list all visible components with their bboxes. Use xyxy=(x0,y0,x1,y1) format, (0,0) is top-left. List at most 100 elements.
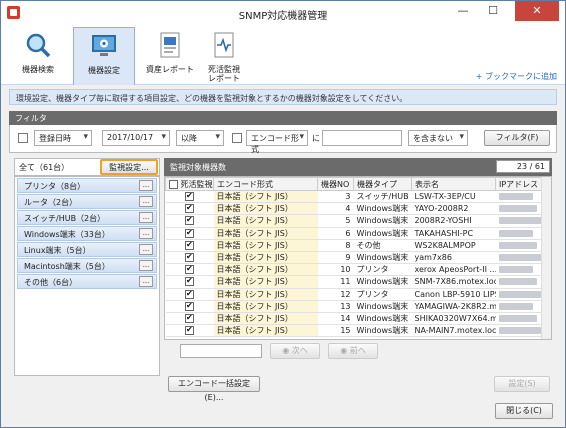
table-row[interactable]: 日本語（シフト JIS）4Windows端末YAYO-2008R2 xyxy=(165,202,544,216)
select-all-checkbox[interactable] xyxy=(169,179,178,189)
col-header[interactable]: IPアドレス xyxy=(495,177,544,191)
tab-asset-report[interactable]: 資産レポート xyxy=(139,27,201,85)
table-row[interactable]: 日本語（シフト JIS）8その他WS2K8ALMPOP xyxy=(165,239,544,252)
next-button[interactable]: ◉ 次へ xyxy=(270,343,320,359)
col-header[interactable]: 表示名 xyxy=(411,177,496,191)
encode-field-select[interactable]: エンコード形式 xyxy=(246,130,308,154)
monitor-cell[interactable] xyxy=(165,275,214,289)
monitor-checkbox[interactable] xyxy=(185,264,194,275)
filter-text-input[interactable] xyxy=(322,130,402,146)
contains-select[interactable]: を含まない xyxy=(408,130,468,146)
encode-cell[interactable]: 日本語（シフト JIS） xyxy=(213,324,318,338)
more-button[interactable]: ... xyxy=(139,228,153,239)
monitor-cell[interactable] xyxy=(165,202,214,216)
encode-cell[interactable]: 日本語（シフト JIS） xyxy=(213,288,318,301)
date-value-picker[interactable]: 2017/10/17 xyxy=(102,130,170,146)
monitor-checkbox[interactable] xyxy=(185,191,194,202)
table-row[interactable]: 日本語（シフト JIS）13Windows端末YAMAGIWA-2K8R2.m.… xyxy=(165,300,544,313)
tab-health-report[interactable]: 死活監視 レポート xyxy=(193,27,255,85)
table-row[interactable]: 日本語（シフト JIS）12プリンタCanon LBP-5910 LIPS4 xyxy=(165,288,544,301)
category-item[interactable]: ルータ（2台）... xyxy=(17,194,157,209)
monitor-checkbox[interactable] xyxy=(185,228,194,238)
table-row[interactable]: 日本語（シフト JIS）6Windows端末TAKAHASHI-PC xyxy=(165,227,544,240)
bookmark-link[interactable]: + ブックマークに追加 xyxy=(476,71,557,82)
ip-cell xyxy=(495,288,544,301)
display-name-cell: SHIKA0320W7X64.m... xyxy=(411,312,496,326)
monitor-checkbox[interactable] xyxy=(185,215,194,226)
encode-cell[interactable]: 日本語（シフト JIS） xyxy=(213,300,318,313)
more-button[interactable]: ... xyxy=(139,196,153,207)
display-name-cell: SNM-7X86.motex.local xyxy=(411,275,496,289)
encode-cell[interactable]: 日本語（シフト JIS） xyxy=(213,190,318,204)
more-button[interactable]: ... xyxy=(139,244,153,255)
category-item[interactable]: Linux端末（5台）... xyxy=(17,242,157,257)
table-row[interactable]: 日本語（シフト JIS）11Windows端末SNM-7X86.motex.lo… xyxy=(165,275,544,289)
encode-cell[interactable]: 日本語（シフト JIS） xyxy=(213,227,318,240)
filter-apply-button[interactable]: フィルタ(F) xyxy=(484,130,550,146)
vertical-scrollbar[interactable] xyxy=(541,177,551,339)
col-header[interactable]: エンコード形式 xyxy=(213,177,318,191)
more-button[interactable]: ... xyxy=(139,180,153,191)
encode-filter-checkbox[interactable] xyxy=(232,133,242,143)
encode-cell[interactable]: 日本語（シフト JIS） xyxy=(213,275,318,289)
monitor-cell[interactable] xyxy=(165,227,214,240)
date-field-select[interactable]: 登録日時 xyxy=(34,130,92,146)
category-item[interactable]: スイッチ/HUB（2台）... xyxy=(17,210,157,225)
category-item[interactable]: Windows端末（33台）... xyxy=(17,226,157,241)
page-input[interactable] xyxy=(180,344,262,358)
monitor-cell[interactable] xyxy=(165,300,214,313)
date-op-select[interactable]: 以降 xyxy=(176,130,224,146)
maximize-button[interactable]: ☐ xyxy=(479,1,507,21)
tab-label: 機器設定 xyxy=(88,66,120,75)
monitor-checkbox[interactable] xyxy=(185,252,194,263)
close-button[interactable]: 閉じる(C) xyxy=(495,403,553,419)
table-row[interactable]: 日本語（シフト JIS）9Windows端末yam7x86 xyxy=(165,251,544,265)
category-item[interactable]: Macintosh端末（5台）... xyxy=(17,258,157,273)
prev-button[interactable]: ◉ 前へ xyxy=(328,343,378,359)
monitor-cell[interactable] xyxy=(165,190,214,204)
tab-device-search[interactable]: 機器検索 xyxy=(7,27,69,85)
category-item[interactable]: プリンタ（8台）... xyxy=(17,178,157,193)
date-filter-checkbox[interactable] xyxy=(18,133,28,143)
monitor-cell[interactable] xyxy=(165,214,214,228)
table-row[interactable]: 日本語（シフト JIS）15Windows端末NA-MAIN7.motex.lo… xyxy=(165,324,544,338)
minimize-button[interactable]: — xyxy=(449,1,477,21)
more-button[interactable]: ... xyxy=(139,276,153,287)
category-item[interactable]: その他（6台）... xyxy=(17,274,157,289)
monitor-settings-button[interactable]: 監視設定... xyxy=(100,159,158,175)
monitor-cell[interactable] xyxy=(165,263,214,277)
monitor-cell[interactable] xyxy=(165,324,214,338)
table-row[interactable]: 日本語（シフト JIS）5Windows端末2008R2-YOSHI xyxy=(165,214,544,228)
monitor-checkbox[interactable] xyxy=(185,289,194,299)
monitor-checkbox[interactable] xyxy=(185,276,194,287)
monitor-cell[interactable] xyxy=(165,312,214,326)
more-button[interactable]: ... xyxy=(139,212,153,223)
table-row[interactable]: 日本語（シフト JIS）14Windows端末SHIKA0320W7X64.m.… xyxy=(165,312,544,326)
encode-cell[interactable]: 日本語（シフト JIS） xyxy=(213,263,318,277)
col-header[interactable]: 機器NO xyxy=(317,177,354,191)
col-header[interactable]: 死活監視 xyxy=(165,177,214,191)
encode-cell[interactable]: 日本語（シフト JIS） xyxy=(213,312,318,326)
encode-cell[interactable]: 日本語（シフト JIS） xyxy=(213,239,318,252)
monitor-checkbox[interactable] xyxy=(185,240,194,250)
monitor-cell[interactable] xyxy=(165,288,214,301)
monitor-checkbox[interactable] xyxy=(185,203,194,214)
encode-cell[interactable]: 日本語（シフト JIS） xyxy=(213,214,318,228)
table-row[interactable]: 日本語（シフト JIS）10プリンタxerox ApeosPort-II ... xyxy=(165,263,544,277)
encode-cell[interactable]: 日本語（シフト JIS） xyxy=(213,202,318,216)
monitor-cell[interactable] xyxy=(165,239,214,252)
monitor-checkbox[interactable] xyxy=(185,325,194,336)
encode-cell[interactable]: 日本語（シフト JIS） xyxy=(213,251,318,265)
col-header[interactable]: 機器タイプ xyxy=(353,177,412,191)
display-name-cell: LSW-TX-3EP/CU xyxy=(411,190,496,204)
encode-bulk-button[interactable]: エンコード一括設定(E)... xyxy=(168,376,260,402)
table-row[interactable]: 日本語（シフト JIS）3スイッチ/HUBLSW-TX-3EP/CU xyxy=(165,190,544,204)
monitor-checkbox[interactable] xyxy=(185,301,194,311)
close-window-button[interactable]: ✕ xyxy=(515,1,559,21)
more-button[interactable]: ... xyxy=(139,260,153,271)
tab-device-settings[interactable]: 機器設定 xyxy=(73,27,135,85)
monitor-cell[interactable] xyxy=(165,251,214,265)
settings-button[interactable]: 設定(S) xyxy=(494,376,550,392)
monitor-checkbox[interactable] xyxy=(185,313,194,323)
ip-cell xyxy=(495,227,544,240)
